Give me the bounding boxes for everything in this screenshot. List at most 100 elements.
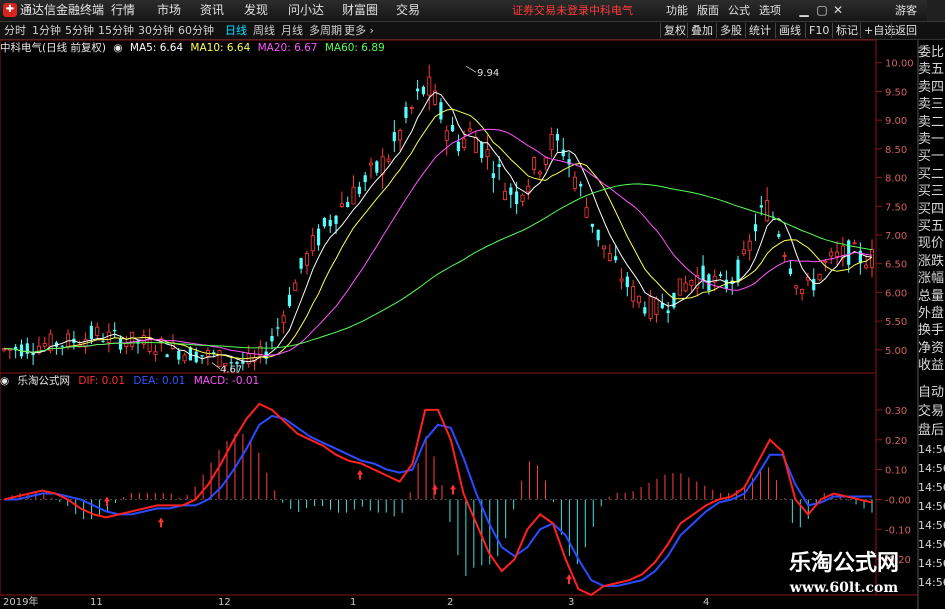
ma20-line bbox=[3, 128, 873, 357]
candle-body bbox=[270, 336, 274, 342]
candle-body bbox=[334, 215, 338, 224]
macd-axis: 0.300.200.10-0.00-0.10-0.20 bbox=[876, 406, 911, 566]
candle-body bbox=[520, 194, 525, 203]
settings-circle-icon[interactable]: ◉ bbox=[113, 42, 122, 54]
candle-body bbox=[386, 158, 391, 162]
candle-body bbox=[666, 310, 670, 314]
candle-body bbox=[310, 235, 315, 252]
candle-body bbox=[747, 240, 752, 251]
ma10-label: MA10: 6.64 bbox=[190, 42, 251, 54]
trade-label: 交易 bbox=[918, 404, 945, 419]
kline-chart[interactable]: 10.00 9.50 9.00 8.50 8.00 7.50 7.00 6.50 6.00 5.5… bbox=[0, 0, 945, 609]
candle-body bbox=[782, 254, 787, 257]
candle-body bbox=[532, 157, 537, 170]
quote-label: 涨幅 bbox=[918, 271, 945, 287]
candle-body bbox=[537, 171, 542, 175]
candle-body bbox=[485, 149, 490, 158]
candle-body bbox=[409, 107, 414, 109]
buy-arrow-icon bbox=[158, 517, 164, 528]
candle-body bbox=[701, 265, 705, 282]
candle-body bbox=[823, 260, 828, 263]
candle-body bbox=[572, 176, 577, 189]
candle-body bbox=[439, 102, 443, 120]
candle-body bbox=[607, 253, 612, 261]
buy-arrow-icon bbox=[104, 496, 110, 507]
candle-body bbox=[380, 156, 385, 175]
indicator-legend: ◉ 乐淘公式网 DIF: 0.01 DEA: 0.01 MACD: -0.01 bbox=[0, 374, 264, 389]
candle-body bbox=[450, 125, 455, 132]
buy-arrow-icon bbox=[357, 469, 363, 480]
candle-body bbox=[346, 202, 350, 208]
macd-tick-label: 0.20 bbox=[885, 436, 907, 447]
candle-body bbox=[480, 142, 484, 158]
candle-body bbox=[847, 240, 851, 265]
x-label-2019: 2019年 bbox=[3, 597, 39, 608]
quote-label: 收益 bbox=[918, 358, 945, 374]
macd-tick-label: 0.30 bbox=[885, 406, 907, 417]
buy-arrow-icon bbox=[450, 484, 456, 495]
candle-body bbox=[421, 86, 426, 95]
candle-body bbox=[281, 315, 286, 324]
price-tick-label: 5.00 bbox=[885, 346, 907, 357]
candle-body bbox=[788, 268, 793, 275]
candle-body bbox=[654, 298, 659, 316]
price-tick-label: 8.00 bbox=[885, 174, 907, 185]
candle-body bbox=[299, 258, 303, 269]
candle-body bbox=[759, 205, 763, 208]
macd-pane-border bbox=[0, 372, 877, 596]
watermark-url: www.60lt.com bbox=[789, 580, 899, 596]
ma-legend: 中科电气(日线 前复权) ◉ MA5: 6.64 MA10: 6.64 MA20… bbox=[0, 40, 389, 56]
candle-body bbox=[293, 282, 298, 292]
candle-body bbox=[427, 76, 432, 96]
quote-label: 卖一 bbox=[918, 132, 945, 147]
candle-body bbox=[631, 286, 636, 302]
candle-body bbox=[502, 190, 507, 200]
x-label-1: 1 bbox=[350, 597, 357, 608]
settings-circle-icon[interactable]: ◉ bbox=[0, 375, 9, 387]
candle-body bbox=[177, 350, 181, 360]
candle-body bbox=[864, 264, 869, 269]
quote-label: 委比 bbox=[918, 45, 945, 60]
candle-body bbox=[625, 276, 629, 288]
candle-body bbox=[561, 149, 565, 157]
candle-body bbox=[316, 228, 321, 246]
indicator-name[interactable]: 乐淘公式网 bbox=[18, 375, 71, 387]
candle-body bbox=[369, 162, 374, 166]
buy-arrow-icon bbox=[566, 574, 572, 585]
price-tick-label: 10.00 bbox=[885, 59, 914, 70]
candle-body bbox=[596, 229, 600, 241]
candle-body bbox=[404, 106, 408, 118]
candle-body bbox=[794, 285, 799, 289]
candle-body bbox=[276, 327, 280, 329]
candle-body bbox=[736, 259, 740, 283]
candle-body bbox=[812, 278, 816, 291]
app-window: ✚ 通达信金融终端 行情 市场 资讯 发现 问小达 财富圈 交易 证券交易未登录… bbox=[0, 0, 945, 609]
high-label: 9.94 bbox=[477, 68, 499, 79]
candle-body bbox=[182, 354, 187, 362]
candle-body bbox=[328, 219, 332, 227]
candle-body bbox=[491, 173, 495, 179]
candle-body bbox=[101, 340, 105, 342]
candle-body bbox=[817, 273, 822, 281]
ma5-line bbox=[3, 91, 873, 363]
dif-label: DIF: 0.01 bbox=[78, 375, 126, 387]
candle-body bbox=[829, 251, 834, 257]
price-axis: 10.00 9.50 9.00 8.50 8.00 7.50 7.00 6.50 6.00 5.5… bbox=[876, 59, 914, 357]
quote-label: 卖三 bbox=[918, 97, 945, 113]
candle-body bbox=[468, 128, 473, 132]
dea-label: DEA: 0.01 bbox=[133, 375, 186, 387]
quote-label: 换手 bbox=[918, 323, 945, 339]
candle-body bbox=[584, 207, 589, 218]
price-tick-label: 7.00 bbox=[885, 231, 907, 242]
candle-body bbox=[42, 343, 47, 347]
candle-body bbox=[590, 223, 594, 227]
macd-tick-label: -0.10 bbox=[885, 525, 911, 536]
candle-body bbox=[304, 253, 309, 266]
trade-time: 14:56 bbox=[918, 443, 945, 456]
x-label-11: 11 bbox=[90, 597, 103, 608]
candle-body bbox=[60, 345, 64, 347]
price-tick-label: 6.50 bbox=[885, 260, 907, 271]
candle-body bbox=[351, 186, 356, 205]
candle-body bbox=[765, 200, 770, 222]
candle-body bbox=[118, 338, 123, 350]
